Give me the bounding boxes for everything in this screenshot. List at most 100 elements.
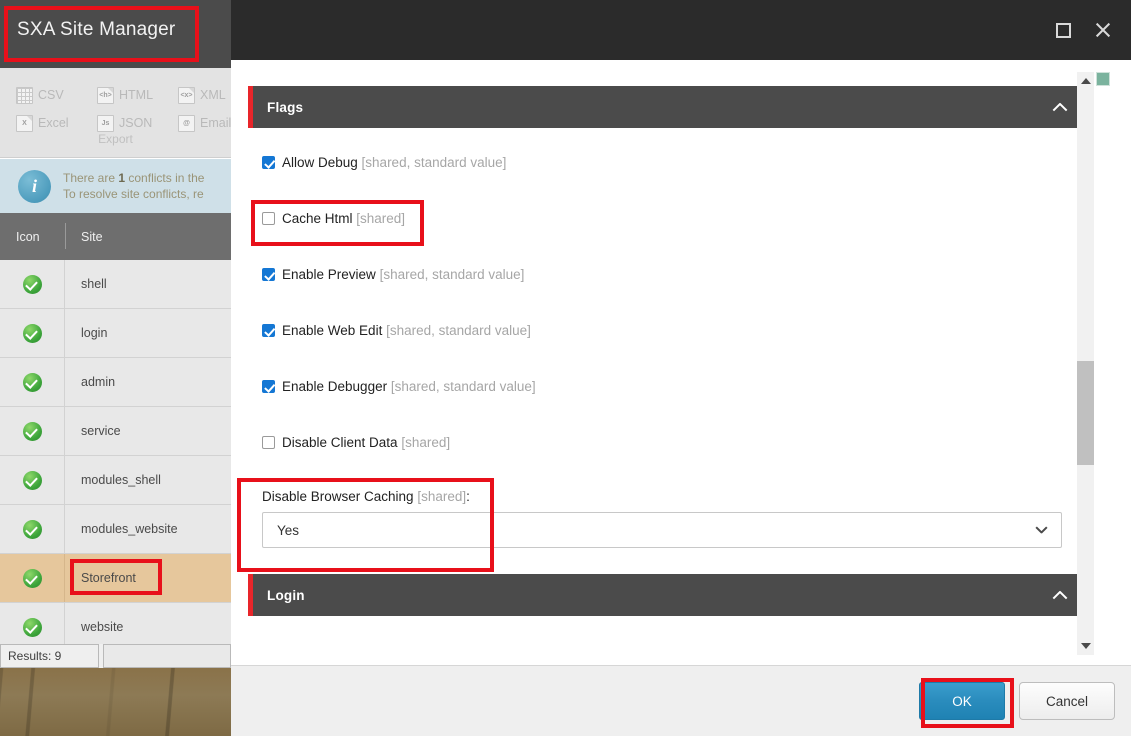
column-header-site[interactable]: Site: [81, 230, 103, 244]
section-header-flags[interactable]: Flags: [248, 86, 1086, 128]
chevron-down-icon[interactable]: [1035, 527, 1046, 538]
meta-enable-debugger: [shared, standard value]: [387, 379, 536, 394]
scroll-down-arrow-icon[interactable]: [1077, 638, 1094, 655]
meta-allow-debug: [shared, standard value]: [357, 155, 507, 170]
settings-form: Flags Allow Debug [shared, standard valu…: [248, 86, 1086, 616]
cancel-button[interactable]: Cancel: [1019, 682, 1115, 720]
site-name: Storefront: [81, 571, 136, 585]
dialog-body: Flags Allow Debug [shared, standard valu…: [231, 60, 1131, 665]
status-ok-icon: [22, 372, 42, 392]
label-enable-debugger: Enable Debugger: [282, 379, 388, 394]
status-ok-icon: [22, 470, 42, 490]
vertical-scrollbar[interactable]: [1077, 72, 1094, 655]
table-row[interactable]: login: [0, 309, 231, 358]
scrollbar-thumb[interactable]: [1077, 361, 1094, 465]
maximize-button[interactable]: [1043, 0, 1083, 60]
chevron-up-icon[interactable]: [1053, 100, 1066, 113]
info-line2: To resolve site conflicts, re: [63, 187, 204, 201]
site-name: login: [81, 326, 108, 340]
section-title-flags: Flags: [267, 99, 304, 115]
checkbox-row-disable-client-data[interactable]: Disable Client Data [shared]: [262, 433, 1086, 452]
site-name: admin: [81, 375, 116, 389]
table-row[interactable]: admin: [0, 358, 231, 407]
table-row[interactable]: shell: [0, 260, 231, 309]
site-name: service: [81, 424, 121, 438]
column-divider: [65, 223, 66, 249]
label-disable-client-data: Disable Client Data: [282, 435, 398, 450]
label-enable-preview: Enable Preview: [282, 267, 376, 282]
results-status-bar: Results: 9: [0, 644, 231, 668]
checkbox-row-enable-debugger[interactable]: Enable Debugger [shared, standard value]: [262, 377, 1086, 396]
row-status-cell: [0, 309, 65, 357]
ok-button[interactable]: OK: [919, 682, 1005, 720]
csv-grid-icon: [16, 86, 33, 104]
column-header-icon[interactable]: Icon: [16, 230, 40, 244]
checkbox-enable-preview[interactable]: [262, 268, 275, 281]
site-table-header: Icon Site: [0, 213, 231, 260]
conflict-info-text: There are 1 conflicts in the To resolve …: [63, 170, 204, 202]
label-enable-web-edit: Enable Web Edit: [282, 323, 383, 338]
label-cache-html: Cache Html: [282, 211, 353, 226]
json-doc-icon: Js: [97, 114, 114, 132]
desktop-wallpaper: [0, 668, 231, 736]
table-row-selected[interactable]: Storefront: [0, 554, 231, 603]
checkbox-row-allow-debug[interactable]: Allow Debug [shared, standard value]: [262, 153, 1086, 172]
meta-enable-preview: [shared, standard value]: [375, 267, 525, 282]
checkbox-row-enable-preview[interactable]: Enable Preview [shared, standard value]: [262, 265, 1086, 284]
select-disable-browser-caching[interactable]: Yes: [262, 512, 1062, 548]
site-name: website: [81, 620, 124, 634]
status-bar-filler: [103, 644, 231, 668]
export-html-label: HTML: [119, 88, 154, 102]
table-row[interactable]: modules_website: [0, 505, 231, 554]
site-name: shell: [81, 277, 107, 291]
checkbox-cache-html[interactable]: [262, 212, 275, 225]
scroll-up-arrow-icon[interactable]: [1077, 72, 1094, 89]
checkbox-enable-web-edit[interactable]: [262, 324, 275, 337]
chevron-up-icon[interactable]: [1053, 588, 1066, 601]
html-doc-icon: <h>: [97, 86, 114, 104]
app-titlebar: SXA Site Manager: [0, 0, 231, 68]
section-header-login[interactable]: Login: [248, 574, 1086, 616]
export-html-button[interactable]: <h> HTML: [97, 82, 178, 108]
row-status-cell: [0, 358, 65, 406]
info-line1-suffix: conflicts in the: [125, 171, 205, 185]
export-email-label: Email: [200, 116, 232, 130]
row-status-cell: [0, 407, 65, 455]
label-colon: :: [466, 489, 470, 504]
status-ok-icon: [22, 323, 42, 343]
table-row[interactable]: service: [0, 407, 231, 456]
close-icon: [1094, 21, 1112, 39]
dialog-titlebar: [231, 0, 1131, 60]
table-row[interactable]: modules_shell: [0, 456, 231, 505]
checkbox-allow-debug[interactable]: [262, 156, 275, 169]
meta-disable-client-data: [shared]: [397, 435, 451, 450]
checkbox-disable-client-data[interactable]: [262, 436, 275, 449]
status-ok-icon: [22, 421, 42, 441]
row-status-cell: [0, 260, 65, 308]
status-ok-icon: [22, 519, 42, 539]
export-csv-button[interactable]: CSV: [16, 82, 97, 108]
info-line1-prefix: There are: [63, 171, 119, 185]
screen: SXA Site Manager CSV <h> HTML <x> XML X: [0, 0, 1131, 736]
export-json-label: JSON: [119, 116, 153, 130]
maximize-icon: [1055, 22, 1071, 38]
meta-cache-html: [shared]: [352, 211, 406, 226]
green-status-square: [1096, 72, 1110, 86]
email-doc-icon: @: [178, 114, 195, 132]
info-circle-icon: i: [18, 169, 51, 203]
checkbox-row-cache-html[interactable]: Cache Html [shared]: [262, 209, 1086, 228]
label-disable-browser-caching: Disable Browser Caching [shared]:: [262, 489, 1086, 504]
checkbox-row-enable-web-edit[interactable]: Enable Web Edit [shared, standard value]: [262, 321, 1086, 340]
close-button[interactable]: [1083, 0, 1123, 60]
label-disable-browser-caching-text: Disable Browser Caching: [262, 489, 414, 504]
export-group-label: Export: [98, 132, 133, 146]
site-table-body: shell login admin service modules_shell …: [0, 260, 231, 652]
export-button-grid: CSV <h> HTML <x> XML X Excel Js JSON @ E…: [16, 82, 259, 136]
select-value: Yes: [277, 522, 300, 538]
section-title-login: Login: [267, 587, 305, 603]
site-name: modules_shell: [81, 473, 161, 487]
site-settings-dialog: Flags Allow Debug [shared, standard valu…: [231, 0, 1131, 736]
checkbox-enable-debugger[interactable]: [262, 380, 275, 393]
row-status-cell: [0, 505, 65, 553]
status-ok-icon: [22, 617, 42, 637]
